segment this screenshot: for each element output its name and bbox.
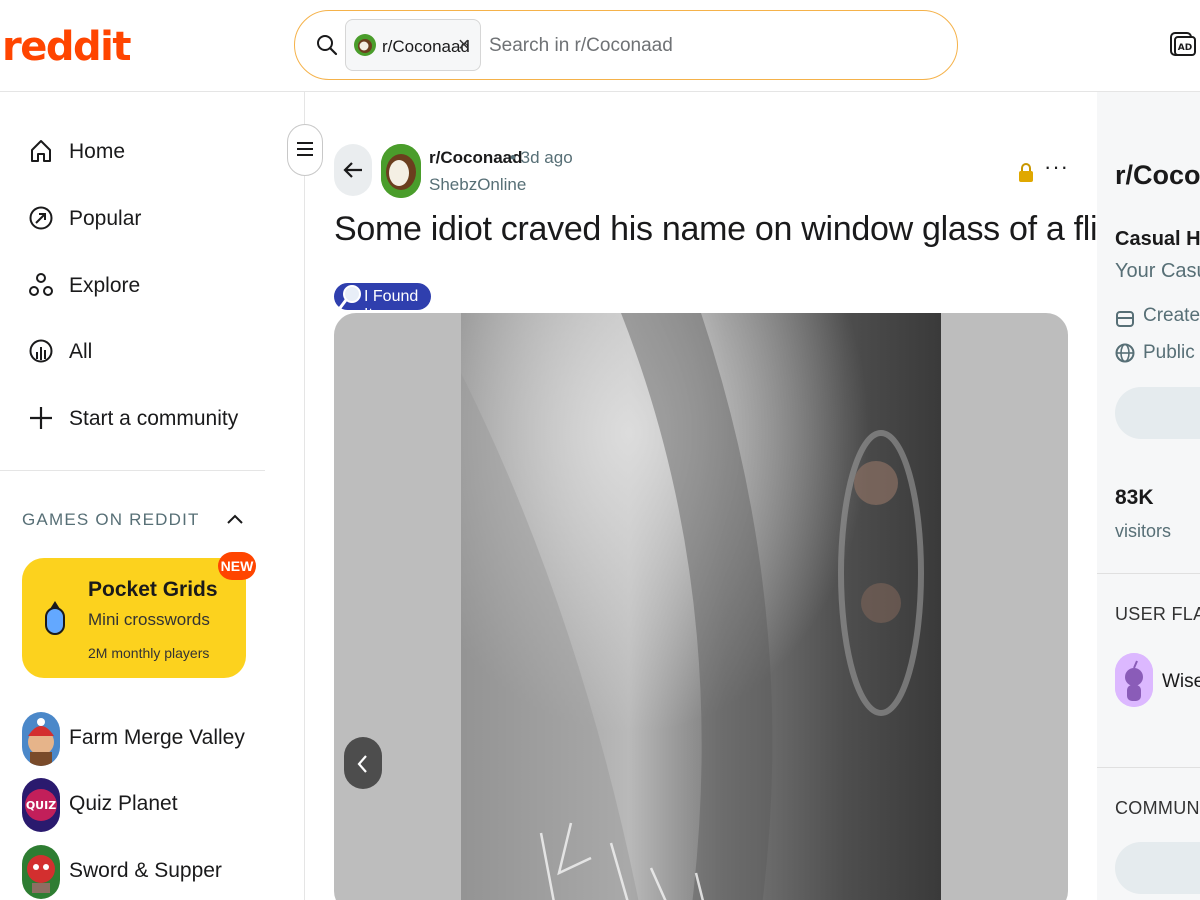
community-visibility: Public <box>1143 342 1195 363</box>
community-description: Your Casual <box>1115 260 1200 282</box>
sword-and-supper-avatar <box>22 845 60 899</box>
community-subtitle: Casual Hav <box>1115 228 1200 250</box>
new-badge: NEW <box>218 552 256 580</box>
collapse-sidebar-button[interactable] <box>287 124 323 176</box>
plus-icon <box>30 407 52 429</box>
magnifier-flair-icon <box>338 285 361 310</box>
chip-label: r/Coconaad <box>382 37 470 56</box>
chevron-up-icon[interactable] <box>226 512 244 526</box>
lock-icon <box>1019 163 1033 182</box>
post-title: Some idiot craved his name on window gla… <box>334 210 1153 248</box>
all-icon <box>29 339 53 363</box>
visitors-count: 83K <box>1115 486 1154 509</box>
user-flair-heading: USER FLAIR <box>1115 604 1200 624</box>
community-button[interactable] <box>1115 842 1200 894</box>
gallery-previous-button[interactable] <box>344 737 382 789</box>
nav-popular-label: Popular <box>69 207 142 230</box>
menu-icon <box>297 142 313 144</box>
coconut-icon <box>354 34 376 56</box>
user-flair-name: Wise_ <box>1162 671 1200 692</box>
quiz-planet-avatar: QUIZ <box>22 778 60 832</box>
nav-explore[interactable]: Explore <box>28 266 268 306</box>
sidebar-divider <box>0 470 265 471</box>
post-time: • 3d ago <box>510 148 573 167</box>
arrow-left-icon <box>343 162 362 178</box>
games-heading: GAMES ON REDDIT <box>22 510 200 529</box>
nav-explore-label: Explore <box>69 274 141 297</box>
nav-all[interactable]: All <box>28 332 268 372</box>
search-bar[interactable]: r/Coconaad × Search in r/Coconaad <box>294 10 958 80</box>
right-sidebar: r/Coconaad Casual Hav Your Casual Create… <box>1097 92 1200 900</box>
game-label: Quiz Planet <box>69 792 178 815</box>
nav-home[interactable]: Home <box>28 132 268 172</box>
home-icon <box>31 140 51 162</box>
game-label: Sword & Supper <box>69 859 222 882</box>
game-sword-and-supper[interactable]: Sword & Supper <box>22 845 282 899</box>
game-farm-merge-valley[interactable]: Farm Merge Valley <box>22 712 282 766</box>
divider <box>1097 767 1200 768</box>
featured-game-subtitle: Mini crosswords <box>88 610 210 629</box>
globe-icon <box>1115 343 1135 363</box>
left-sidebar: Home Popular Explore All Start a communi… <box>0 92 305 900</box>
explore-icon <box>29 273 53 296</box>
farm-merge-valley-avatar <box>22 712 60 766</box>
pocket-grids-icon <box>45 601 65 635</box>
community-heading: COMMUNITY <box>1115 798 1200 818</box>
nav-start-community-label: Start a community <box>69 407 239 430</box>
cake-icon <box>1116 311 1134 327</box>
subreddit-avatar[interactable] <box>381 144 421 198</box>
featured-game-players: 2M monthly players <box>88 645 210 661</box>
post-media-gallery[interactable] <box>334 313 1068 900</box>
post-subreddit-link[interactable]: r/Coconaad <box>429 148 523 168</box>
community-created: Created F <box>1143 305 1200 326</box>
user-avatar[interactable] <box>1115 653 1153 707</box>
divider <box>1097 573 1200 574</box>
top-header: reddit r/Coconaad × Search in r/Coconaad… <box>0 0 1200 92</box>
advertise-icon[interactable]: AD <box>1170 30 1196 58</box>
svg-text:AD: AD <box>1178 43 1192 53</box>
game-quiz-planet[interactable]: QUIZ Quiz Planet <box>22 778 282 832</box>
featured-game-card[interactable]: Pocket Grids Mini crosswords 2M monthly … <box>22 558 246 678</box>
chevron-left-icon <box>357 755 367 773</box>
search-input[interactable]: Search in r/Coconaad <box>489 35 673 57</box>
back-button[interactable] <box>334 144 372 196</box>
chip-close-icon[interactable]: × <box>458 34 470 57</box>
game-label: Farm Merge Valley <box>69 726 245 749</box>
post-photo <box>461 313 941 900</box>
visitors-label: visitors <box>1115 521 1172 541</box>
community-title: r/Coconaad <box>1115 160 1200 190</box>
quiz-avatar-text: QUIZ <box>26 799 56 812</box>
popular-icon <box>29 206 53 230</box>
nav-home-label: Home <box>69 140 126 163</box>
community-action-button[interactable] <box>1115 387 1200 439</box>
nav-start-community[interactable]: Start a community <box>28 399 268 439</box>
subreddit-search-chip[interactable]: r/Coconaad × <box>345 19 481 71</box>
reddit-logo[interactable]: reddit <box>2 24 131 70</box>
post-flair[interactable]: I Found It <box>334 283 431 323</box>
more-options-icon[interactable]: ··· <box>1044 156 1070 180</box>
post-author-link[interactable]: ShebzOnline <box>429 175 526 195</box>
featured-game-title: Pocket Grids <box>88 578 218 601</box>
nav-all-label: All <box>69 340 93 363</box>
nav-popular[interactable]: Popular <box>28 199 268 239</box>
search-icon <box>317 35 338 56</box>
